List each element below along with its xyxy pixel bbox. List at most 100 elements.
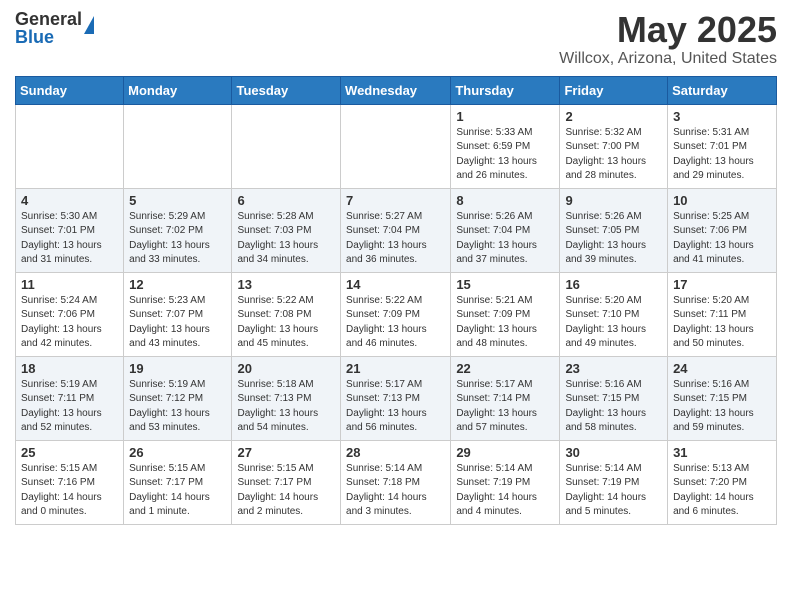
calendar-day-empty [232,104,341,188]
day-info: Sunrise: 5:32 AM Sunset: 7:00 PM Dayligh… [565,126,662,184]
day-number: 9 [565,193,662,208]
calendar-day-20: 20 Sunrise: 5:18 AM Sunset: 7:13 PM Dayli… [232,356,341,440]
day-number: 26 [129,445,226,460]
day-number: 28 [346,445,445,460]
day-number: 20 [237,361,335,376]
day-number: 1 [456,109,554,124]
calendar-day-16: 16 Sunrise: 5:20 AM Sunset: 7:10 PM Dayli… [560,272,668,356]
day-number: 21 [346,361,445,376]
calendar-day-31: 31Sunrise: 5:13 AM Sunset: 7:20 PM Dayli… [668,440,777,524]
day-info: Sunrise: 5:19 AM Sunset: 7:11 PM Dayligh… [21,378,118,436]
day-info: Sunrise: 5:17 AM Sunset: 7:14 PM Dayligh… [456,378,554,436]
day-number: 6 [237,193,335,208]
logo: General Blue [15,10,94,46]
day-number: 27 [237,445,335,460]
column-header-saturday: Saturday [668,76,777,104]
calendar-day-3: 3Sunrise: 5:31 AM Sunset: 7:01 PM Daylig… [668,104,777,188]
day-number: 13 [237,277,335,292]
calendar-day-28: 28 Sunrise: 5:14 AM Sunset: 7:18 PM Dayli… [341,440,451,524]
calendar-day-1: 1 Sunrise: 5:33 AM Sunset: 6:59 PM Daylig… [451,104,560,188]
day-info: Sunrise: 5:25 AM Sunset: 7:06 PM Dayligh… [673,210,771,268]
calendar-week-3: 11Sunrise: 5:24 AM Sunset: 7:06 PM Dayli… [16,272,777,356]
day-info: Sunrise: 5:15 AM Sunset: 7:16 PM Dayligh… [21,462,118,520]
day-info: Sunrise: 5:24 AM Sunset: 7:06 PM Dayligh… [21,294,118,352]
calendar-day-14: 14 Sunrise: 5:22 AM Sunset: 7:09 PM Dayli… [341,272,451,356]
calendar-week-4: 18Sunrise: 5:19 AM Sunset: 7:11 PM Dayli… [16,356,777,440]
day-number: 17 [673,277,771,292]
day-info: Sunrise: 5:30 AM Sunset: 7:01 PM Dayligh… [21,210,118,268]
calendar-body: 1 Sunrise: 5:33 AM Sunset: 6:59 PM Daylig… [16,104,777,524]
day-info: Sunrise: 5:17 AM Sunset: 7:13 PM Dayligh… [346,378,445,436]
calendar-day-6: 6 Sunrise: 5:28 AM Sunset: 7:03 PM Daylig… [232,188,341,272]
calendar-day-10: 10 Sunrise: 5:25 AM Sunset: 7:06 PM Dayli… [668,188,777,272]
column-header-tuesday: Tuesday [232,76,341,104]
day-info: Sunrise: 5:26 AM Sunset: 7:05 PM Dayligh… [565,210,662,268]
calendar-week-2: 4 Sunrise: 5:30 AM Sunset: 7:01 PM Daylig… [16,188,777,272]
calendar-day-4: 4 Sunrise: 5:30 AM Sunset: 7:01 PM Daylig… [16,188,124,272]
column-header-sunday: Sunday [16,76,124,104]
calendar-week-1: 1 Sunrise: 5:33 AM Sunset: 6:59 PM Daylig… [16,104,777,188]
day-info: Sunrise: 5:14 AM Sunset: 7:18 PM Dayligh… [346,462,445,520]
day-number: 12 [129,277,226,292]
day-number: 3 [673,109,771,124]
calendar-day-21: 21 Sunrise: 5:17 AM Sunset: 7:13 PM Dayli… [341,356,451,440]
calendar-day-2: 2Sunrise: 5:32 AM Sunset: 7:00 PM Daylig… [560,104,668,188]
calendar-day-empty [16,104,124,188]
calendar-day-25: 25Sunrise: 5:15 AM Sunset: 7:16 PM Dayli… [16,440,124,524]
day-info: Sunrise: 5:28 AM Sunset: 7:03 PM Dayligh… [237,210,335,268]
day-number: 14 [346,277,445,292]
day-info: Sunrise: 5:15 AM Sunset: 7:17 PM Dayligh… [129,462,226,520]
day-number: 29 [456,445,554,460]
day-info: Sunrise: 5:18 AM Sunset: 7:13 PM Dayligh… [237,378,335,436]
calendar-day-19: 19 Sunrise: 5:19 AM Sunset: 7:12 PM Dayli… [124,356,232,440]
calendar-day-empty [124,104,232,188]
logo-text: General Blue [15,10,82,46]
calendar-day-12: 12 Sunrise: 5:23 AM Sunset: 7:07 PM Dayli… [124,272,232,356]
page-subtitle: Willcox, Arizona, United States [559,50,777,68]
day-info: Sunrise: 5:14 AM Sunset: 7:19 PM Dayligh… [456,462,554,520]
day-info: Sunrise: 5:27 AM Sunset: 7:04 PM Dayligh… [346,210,445,268]
day-info: Sunrise: 5:16 AM Sunset: 7:15 PM Dayligh… [673,378,771,436]
day-info: Sunrise: 5:14 AM Sunset: 7:19 PM Dayligh… [565,462,662,520]
calendar-day-8: 8 Sunrise: 5:26 AM Sunset: 7:04 PM Daylig… [451,188,560,272]
calendar-day-empty [341,104,451,188]
calendar-day-18: 18Sunrise: 5:19 AM Sunset: 7:11 PM Dayli… [16,356,124,440]
logo-general-text: General [15,10,82,28]
day-number: 19 [129,361,226,376]
calendar-day-9: 9 Sunrise: 5:26 AM Sunset: 7:05 PM Daylig… [560,188,668,272]
day-number: 16 [565,277,662,292]
calendar-table: SundayMondayTuesdayWednesdayThursdayFrid… [15,76,777,525]
column-header-wednesday: Wednesday [341,76,451,104]
calendar-day-11: 11Sunrise: 5:24 AM Sunset: 7:06 PM Dayli… [16,272,124,356]
day-number: 8 [456,193,554,208]
day-info: Sunrise: 5:23 AM Sunset: 7:07 PM Dayligh… [129,294,226,352]
day-number: 15 [456,277,554,292]
calendar-day-13: 13 Sunrise: 5:22 AM Sunset: 7:08 PM Dayli… [232,272,341,356]
day-info: Sunrise: 5:26 AM Sunset: 7:04 PM Dayligh… [456,210,554,268]
column-header-thursday: Thursday [451,76,560,104]
day-info: Sunrise: 5:22 AM Sunset: 7:08 PM Dayligh… [237,294,335,352]
day-info: Sunrise: 5:20 AM Sunset: 7:10 PM Dayligh… [565,294,662,352]
calendar-day-5: 5Sunrise: 5:29 AM Sunset: 7:02 PM Daylig… [124,188,232,272]
page-title: May 2025 [559,10,777,50]
day-number: 22 [456,361,554,376]
day-info: Sunrise: 5:15 AM Sunset: 7:17 PM Dayligh… [237,462,335,520]
calendar-header: SundayMondayTuesdayWednesdayThursdayFrid… [16,76,777,104]
calendar-day-15: 15Sunrise: 5:21 AM Sunset: 7:09 PM Dayli… [451,272,560,356]
calendar-day-7: 7 Sunrise: 5:27 AM Sunset: 7:04 PM Daylig… [341,188,451,272]
calendar-week-5: 25Sunrise: 5:15 AM Sunset: 7:16 PM Dayli… [16,440,777,524]
day-info: Sunrise: 5:19 AM Sunset: 7:12 PM Dayligh… [129,378,226,436]
day-number: 4 [21,193,118,208]
day-info: Sunrise: 5:20 AM Sunset: 7:11 PM Dayligh… [673,294,771,352]
day-number: 7 [346,193,445,208]
header: General Blue May 2025 Willcox, Arizona, … [15,10,777,68]
day-number: 10 [673,193,771,208]
calendar-day-30: 30Sunrise: 5:14 AM Sunset: 7:19 PM Dayli… [560,440,668,524]
day-info: Sunrise: 5:33 AM Sunset: 6:59 PM Dayligh… [456,126,554,184]
logo-blue-text: Blue [15,28,82,46]
calendar-day-29: 29 Sunrise: 5:14 AM Sunset: 7:19 PM Dayli… [451,440,560,524]
calendar-day-27: 27 Sunrise: 5:15 AM Sunset: 7:17 PM Dayli… [232,440,341,524]
day-info: Sunrise: 5:22 AM Sunset: 7:09 PM Dayligh… [346,294,445,352]
day-number: 31 [673,445,771,460]
column-header-friday: Friday [560,76,668,104]
